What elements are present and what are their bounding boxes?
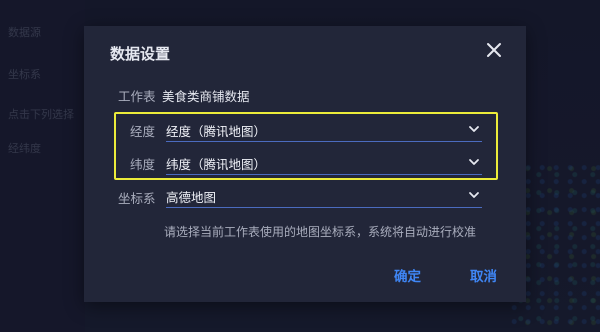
chevron-down-icon xyxy=(469,159,479,165)
longitude-label: 经度 xyxy=(130,124,156,139)
longitude-select-value: 经度（腾讯地图） xyxy=(166,124,267,139)
close-button[interactable] xyxy=(484,40,504,60)
cancel-button[interactable]: 取消 xyxy=(470,265,497,285)
latitude-select-value: 纬度（腾讯地图） xyxy=(166,157,267,172)
latitude-select[interactable]: 纬度（腾讯地图） xyxy=(166,152,482,175)
worksheet-value: 美食类商铺数据 xyxy=(162,89,250,104)
coordinate-system-select[interactable]: 高德地图 xyxy=(166,185,482,208)
dialog-title: 数据设置 xyxy=(110,45,171,63)
coordinate-system-select-value: 高德地图 xyxy=(166,190,217,205)
coordinate-system-label: 坐标系 xyxy=(118,191,156,206)
longitude-select[interactable]: 经度（腾讯地图） xyxy=(166,119,482,142)
latitude-label: 纬度 xyxy=(130,157,156,172)
close-icon xyxy=(487,43,501,57)
chevron-down-icon xyxy=(469,126,479,132)
worksheet-label: 工作表 xyxy=(118,89,156,104)
confirm-button[interactable]: 确定 xyxy=(394,265,421,285)
coordinate-hint-text: 请选择当前工作表使用的地图坐标系，系统将自动进行校准 xyxy=(164,225,477,239)
data-settings-dialog: 数据设置 工作表 美食类商铺数据 经度 经度（腾讯地图） 纬度 纬度（腾讯地图）… xyxy=(84,26,526,302)
chevron-down-icon xyxy=(469,192,479,198)
